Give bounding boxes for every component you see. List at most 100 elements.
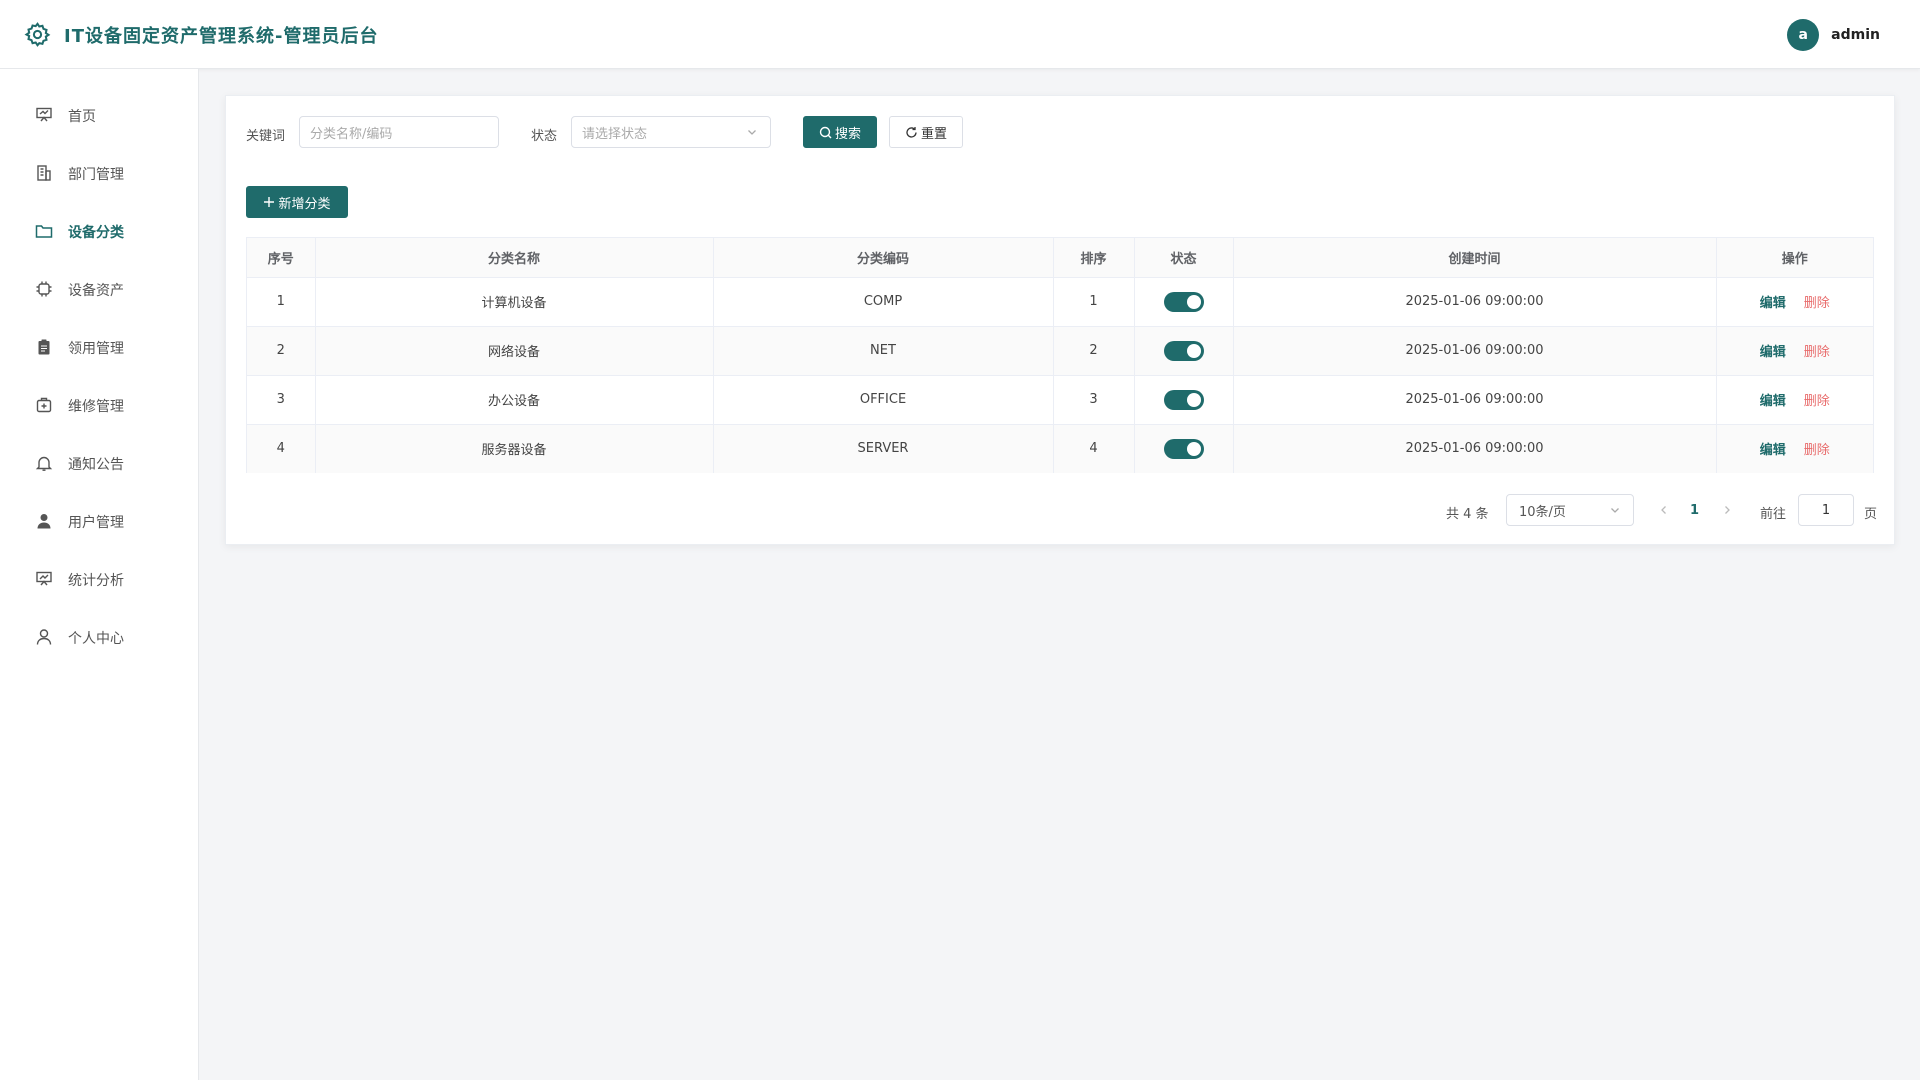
cell-status — [1134, 326, 1234, 376]
delete-link[interactable]: 删除 — [1804, 345, 1830, 360]
gear-icon — [24, 22, 51, 47]
folder-icon — [35, 225, 53, 238]
edit-link[interactable]: 编辑 — [1760, 394, 1786, 409]
cell-name: 服务器设备 — [315, 424, 714, 473]
status-toggle[interactable] — [1163, 438, 1204, 459]
cell-actions: 编辑 删除 — [1716, 424, 1873, 473]
status-label: 状态 — [531, 129, 558, 144]
cell-status — [1134, 375, 1234, 425]
table-header-row: 序号 分类名称 分类编码 排序 状态 创建时间 操作 — [247, 238, 1873, 278]
medkit-icon — [36, 397, 52, 413]
cell-index: 2 — [247, 326, 316, 376]
column-header[interactable]: 创建时间 — [1233, 238, 1717, 278]
sidebar-item-notice[interactable]: 通知公告 — [0, 439, 199, 487]
cell-created: 2025-01-06 09:00:00 — [1233, 375, 1717, 425]
sidebar-item-label: 个人中心 — [68, 631, 124, 647]
edit-link[interactable]: 编辑 — [1760, 345, 1786, 360]
delete-link[interactable]: 删除 — [1804, 443, 1830, 458]
goto-label: 前往 — [1760, 507, 1787, 522]
column-header[interactable]: 状态 — [1134, 238, 1234, 278]
page-size-select[interactable]: 10条/页 — [1506, 494, 1634, 526]
cell-created: 2025-01-06 09:00:00 — [1233, 277, 1717, 327]
delete-link[interactable]: 删除 — [1804, 394, 1830, 409]
building-icon — [37, 165, 51, 181]
sidebar-item-home[interactable]: 首页 — [0, 91, 199, 139]
sidebar-item-statistics[interactable]: 统计分析 — [0, 555, 199, 603]
sidebar-item-label: 首页 — [68, 109, 96, 125]
table-row: 2 网络设备 NET 2 2025-01-06 09:00:00 编辑 删除 — [247, 326, 1873, 376]
clipboard-icon — [38, 339, 50, 355]
cell-actions: 编辑 删除 — [1716, 277, 1873, 327]
goto-page-value: 1 — [1821, 502, 1831, 518]
cell-code: NET — [713, 326, 1054, 376]
avatar[interactable]: a — [1787, 19, 1820, 51]
category-table: 序号 分类名称 分类编码 排序 状态 创建时间 操作 1 计算机设备 COMP … — [246, 237, 1874, 473]
status-toggle[interactable] — [1163, 389, 1204, 410]
cell-name: 计算机设备 — [315, 277, 714, 327]
column-header[interactable]: 排序 — [1053, 238, 1135, 278]
sidebar-item-label: 领用管理 — [68, 341, 124, 357]
sidebar-item-assets[interactable]: 设备资产 — [0, 265, 199, 313]
user-menu[interactable]: a admin — [1787, 18, 1880, 52]
sidebar-item-users[interactable]: 用户管理 — [0, 497, 199, 545]
column-header[interactable]: 分类名称 — [315, 238, 714, 278]
keyword-placeholder: 分类名称/编码 — [310, 126, 393, 142]
status-select[interactable]: 请选择状态 — [571, 116, 771, 148]
cell-status — [1134, 424, 1234, 473]
search-button[interactable]: 搜索 — [803, 116, 877, 148]
reset-button[interactable]: 重置 — [889, 116, 963, 148]
goto-page-input[interactable]: 1 — [1798, 494, 1854, 526]
cell-name: 办公设备 — [315, 375, 714, 425]
add-category-label: 新增分类 — [278, 196, 331, 212]
user-filled-icon — [37, 514, 51, 529]
top-header: IT设备固定资产管理系统-管理员后台 a admin — [0, 0, 1920, 69]
sidebar-item-profile[interactable]: 个人中心 — [0, 613, 199, 661]
chevron-down-icon — [1611, 508, 1619, 513]
user-outline-icon — [36, 629, 52, 645]
cell-name: 网络设备 — [315, 326, 714, 376]
edit-link[interactable]: 编辑 — [1760, 443, 1786, 458]
edit-link[interactable]: 编辑 — [1760, 296, 1786, 311]
chevron-down-icon — [748, 130, 756, 135]
column-header[interactable]: 序号 — [247, 238, 316, 278]
column-header[interactable]: 操作 — [1716, 238, 1873, 278]
reset-button-label: 重置 — [920, 126, 947, 142]
plus-icon — [264, 197, 275, 207]
table-row: 4 服务器设备 SERVER 4 2025-01-06 09:00:00 编辑 删… — [247, 424, 1873, 473]
cell-status — [1134, 277, 1234, 327]
chart-board-icon — [36, 571, 52, 586]
chevron-right-icon[interactable] — [1721, 504, 1733, 516]
cell-actions: 编辑 删除 — [1716, 375, 1873, 425]
cell-index: 1 — [247, 277, 316, 327]
page-number-current[interactable]: 1 — [1690, 503, 1699, 518]
cell-code: SERVER — [713, 424, 1054, 473]
sidebar-item-label: 部门管理 — [68, 167, 124, 183]
sidebar: 首页 部门管理 设备分类 设备资产 领用管理 维修管理 通知公告 用户管理 统计… — [0, 69, 199, 1080]
cell-index: 4 — [247, 424, 316, 473]
keyword-input[interactable]: 分类名称/编码 — [299, 116, 499, 148]
sidebar-item-category[interactable]: 设备分类 — [0, 207, 199, 255]
sidebar-item-label: 设备资产 — [68, 283, 124, 299]
sidebar-item-requisition[interactable]: 领用管理 — [0, 323, 199, 371]
cell-index: 3 — [247, 375, 316, 425]
chevron-left-icon[interactable] — [1658, 504, 1670, 516]
sidebar-item-department[interactable]: 部门管理 — [0, 149, 199, 197]
sidebar-item-label: 维修管理 — [68, 399, 124, 415]
table-row: 1 计算机设备 COMP 1 2025-01-06 09:00:00 编辑 删除 — [247, 277, 1873, 327]
sidebar-item-repair[interactable]: 维修管理 — [0, 381, 199, 429]
chip-icon — [36, 281, 52, 297]
page-size-value: 10条/页 — [1519, 504, 1566, 520]
add-category-button[interactable]: 新增分类 — [246, 186, 348, 218]
cell-code: COMP — [713, 277, 1054, 327]
pagination-total: 共 4 条 — [1446, 507, 1489, 522]
sidebar-item-label: 统计分析 — [68, 573, 124, 589]
column-header[interactable]: 分类编码 — [713, 238, 1054, 278]
page-suffix: 页 — [1864, 507, 1878, 522]
delete-link[interactable]: 删除 — [1804, 296, 1830, 311]
status-toggle[interactable] — [1163, 340, 1204, 361]
status-toggle[interactable] — [1163, 291, 1204, 312]
username[interactable]: admin — [1831, 27, 1880, 43]
home-icon — [36, 107, 52, 122]
cell-actions: 编辑 删除 — [1716, 326, 1873, 376]
cell-sort: 4 — [1053, 424, 1135, 473]
